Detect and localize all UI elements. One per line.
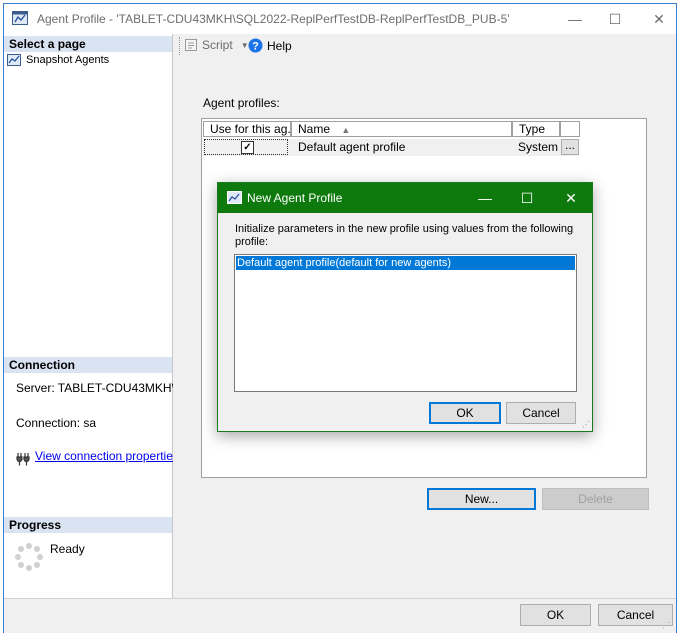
close-button[interactable]: ✕ (649, 9, 669, 29)
col-header-type[interactable]: Type (512, 121, 560, 137)
page-icon (7, 54, 21, 66)
profile-type-cell: System (518, 140, 559, 154)
dialog-title: New Agent Profile (247, 191, 343, 205)
title-bar: Agent Profile - 'TABLET-CDU43MKH\SQL2022… (4, 4, 676, 34)
window-title: Agent Profile - 'TABLET-CDU43MKH\SQL2022… (37, 12, 510, 26)
col-header-blank (560, 121, 580, 137)
connection-header: Connection (4, 357, 172, 373)
dialog-app-icon (227, 191, 242, 204)
profile-name-cell: Default agent profile (298, 140, 406, 154)
view-connection-properties-link[interactable]: View connection properties (35, 449, 179, 463)
script-button[interactable]: Script ▼ (184, 38, 249, 52)
source-profile-item[interactable]: Default agent profile(default for new ag… (236, 256, 575, 270)
connection-info: Connection: sa (16, 416, 97, 430)
agent-profiles-label: Agent profiles: (203, 96, 280, 110)
dialog-ok-button[interactable]: OK (429, 402, 501, 424)
new-profile-button[interactable]: New... (427, 488, 536, 510)
help-icon: ? (248, 38, 263, 53)
footer-ok-button[interactable]: OK (520, 604, 591, 626)
profile-properties-button[interactable]: ... (561, 139, 579, 155)
connection-plug-icon (16, 453, 30, 466)
left-pane: Select a page Snapshot Agents Connection… (4, 34, 192, 598)
dialog-instruction: Initialize parameters in the new profile… (235, 223, 574, 248)
select-page-header: Select a page (4, 36, 172, 52)
progress-header: Progress (4, 517, 172, 533)
dialog-minimize-button[interactable]: — (475, 188, 495, 208)
toolbar: Script ▼ ? Help (173, 34, 676, 66)
dialog-cancel-button[interactable]: Cancel (506, 402, 576, 424)
help-label: Help (267, 38, 292, 53)
dialog-maximize-button[interactable]: ☐ (517, 188, 537, 208)
delete-profile-button[interactable]: Delete (542, 488, 649, 510)
svg-text:?: ? (252, 41, 259, 53)
use-for-agent-checkbox[interactable]: ✓ (241, 141, 254, 154)
maximize-button[interactable]: ☐ (605, 9, 625, 29)
dialog-title-bar: New Agent Profile — ☐ ✕ (218, 183, 592, 213)
sort-ascending-icon: ▲ (341, 125, 351, 135)
toolbar-grip (179, 37, 181, 55)
source-profile-list[interactable]: Default agent profile(default for new ag… (234, 254, 577, 392)
dialog-close-button[interactable]: ✕ (561, 188, 581, 208)
server-info: Server: TABLET-CDU43MKH\SQ (16, 381, 193, 395)
script-label: Script (202, 38, 233, 52)
dialog-resize-grip-icon[interactable]: ⋰ (582, 421, 592, 431)
col-header-name[interactable]: Name ▲ (291, 121, 512, 137)
minimize-button[interactable]: — (565, 9, 585, 29)
progress-status: Ready (50, 542, 85, 556)
page-item-label: Snapshot Agents (26, 54, 110, 66)
col-header-use-for-agent[interactable]: Use for this ag... (203, 121, 291, 137)
col-header-name-label: Name (298, 122, 331, 136)
progress-spinner-icon (15, 543, 43, 571)
resize-grip-icon[interactable]: ⋰ (662, 622, 672, 630)
script-icon (185, 39, 197, 51)
help-button[interactable]: ? Help (248, 38, 292, 53)
new-agent-profile-dialog: New Agent Profile — ☐ ✕ Initialize param… (217, 182, 593, 432)
app-icon (12, 11, 28, 25)
page-item-snapshot-agents[interactable]: Snapshot Agents (7, 52, 109, 68)
